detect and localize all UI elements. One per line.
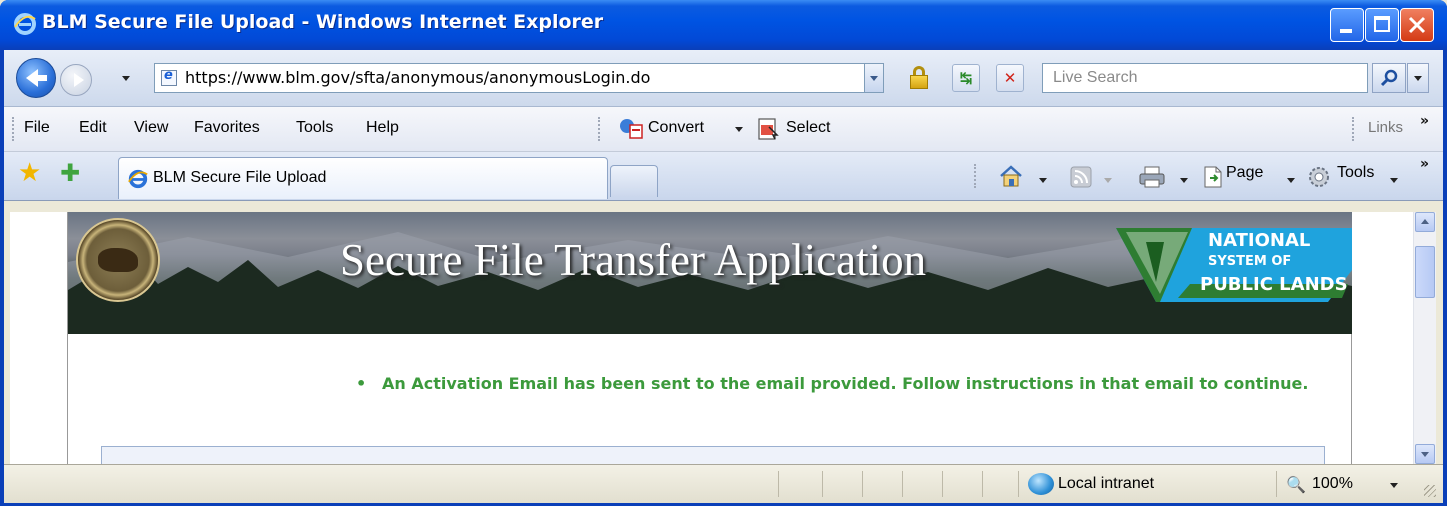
pdf-select-icon [758, 118, 779, 140]
menu-help[interactable]: Help [366, 119, 399, 137]
tab-bar: ★ ✚ BLM Secure File Upload Page Tools » [4, 152, 1443, 201]
forward-arrow-icon [74, 73, 84, 87]
home-icon[interactable] [998, 164, 1024, 188]
menu-favorites[interactable]: Favorites [194, 119, 260, 137]
feeds-dropdown-icon[interactable] [1104, 178, 1112, 183]
url-text[interactable]: https://www.blm.gov/sfta/anonymous/anony… [185, 68, 650, 87]
refresh-icon: ↹ [959, 69, 973, 87]
page-banner: Secure File Transfer Application NATIONA… [68, 212, 1352, 334]
activation-message: An Activation Email has been sent to the… [356, 372, 1342, 396]
scroll-thumb[interactable] [1415, 246, 1435, 298]
ie-page-icon [128, 169, 148, 189]
chevron-down-icon [870, 76, 878, 81]
menu-file[interactable]: File [24, 119, 50, 137]
convert-dropdown-icon[interactable] [735, 127, 743, 132]
back-button[interactable] [16, 58, 56, 98]
tools-menu-button[interactable]: Tools [1337, 164, 1374, 182]
security-zone-label[interactable]: Local intranet [1058, 475, 1154, 493]
search-input[interactable] [1051, 68, 1355, 88]
forward-button[interactable] [60, 64, 92, 96]
search-options-button[interactable] [1407, 63, 1429, 93]
chevron-right-icon[interactable]: » [1420, 113, 1429, 129]
scroll-down-button[interactable] [1415, 444, 1435, 464]
search-button[interactable] [1372, 63, 1406, 93]
content-panel [101, 446, 1325, 464]
print-dropdown-icon[interactable] [1180, 178, 1188, 183]
vertical-scrollbar[interactable] [1413, 212, 1436, 464]
address-dropdown-button[interactable] [864, 63, 884, 93]
stop-icon: ✕ [1003, 69, 1017, 87]
ie-logo-icon [14, 13, 36, 35]
chevron-down-icon [1421, 452, 1429, 457]
page-icon [161, 68, 177, 86]
toolbar-grip[interactable] [12, 117, 16, 141]
browser-frame: https://www.blm.gov/sfta/anonymous/anony… [4, 50, 1443, 503]
status-bar: Local intranet 🔍 100% [4, 464, 1443, 503]
home-dropdown-icon[interactable] [1039, 178, 1047, 183]
toolbar-grip[interactable] [974, 164, 978, 188]
doi-seal-logo [76, 218, 160, 302]
scroll-up-button[interactable] [1415, 212, 1435, 232]
stop-button[interactable]: ✕ [996, 64, 1024, 92]
recent-pages-dropdown-icon[interactable] [122, 76, 130, 81]
add-to-favorites-icon[interactable]: ✚ [60, 160, 80, 186]
magnifier-icon [1380, 69, 1398, 87]
menu-edit[interactable]: Edit [79, 119, 107, 137]
tab-blm-secure-file-upload[interactable]: BLM Secure File Upload [118, 157, 608, 199]
close-icon [1408, 16, 1426, 34]
title-bar[interactable]: BLM Secure File Upload - Windows Interne… [0, 0, 1447, 50]
logo-line-system-of: SYSTEM OF [1208, 254, 1292, 269]
chevron-right-icon[interactable]: » [1420, 156, 1429, 172]
address-toolbar: https://www.blm.gov/sfta/anonymous/anony… [4, 50, 1443, 107]
tab-label: BLM Secure File Upload [153, 169, 327, 186]
chevron-up-icon [1421, 219, 1429, 224]
maximize-button[interactable] [1365, 8, 1399, 42]
refresh-button[interactable]: ↹ [952, 64, 980, 92]
address-bar[interactable]: https://www.blm.gov/sfta/anonymous/anony… [154, 63, 880, 93]
page-dropdown-icon[interactable] [1287, 178, 1295, 183]
zoom-dropdown-icon[interactable] [1390, 483, 1398, 488]
convert-button[interactable]: Convert [648, 119, 704, 137]
page-viewport[interactable]: Secure File Transfer Application NATIONA… [10, 212, 1413, 464]
security-lock-icon[interactable] [908, 66, 930, 89]
intranet-zone-icon[interactable] [1028, 473, 1054, 495]
toolbar-grip[interactable] [598, 117, 602, 141]
minimize-button[interactable] [1330, 8, 1364, 42]
window-title: BLM Secure File Upload - Windows Interne… [42, 11, 604, 33]
print-icon[interactable] [1138, 165, 1166, 189]
page-menu-button[interactable]: Page [1226, 164, 1263, 182]
national-system-public-lands-logo: NATIONAL SYSTEM OF PUBLIC LANDS [1116, 222, 1352, 302]
banner-title: Secure File Transfer Application [340, 235, 927, 285]
menu-bar: File Edit View Favorites Tools Help Conv… [4, 107, 1443, 152]
resize-grip[interactable] [1424, 485, 1436, 497]
zoom-level[interactable]: 100% [1312, 475, 1353, 493]
menu-tools[interactable]: Tools [296, 119, 333, 137]
page-container: Secure File Transfer Application NATIONA… [67, 212, 1352, 464]
toolbar-grip[interactable] [1352, 117, 1356, 141]
links-toolbar-label[interactable]: Links [1368, 119, 1403, 136]
logo-line-national: NATIONAL [1208, 230, 1311, 251]
chevron-down-icon [1414, 76, 1422, 81]
ie-window: BLM Secure File Upload - Windows Interne… [0, 0, 1447, 506]
feeds-icon[interactable] [1070, 166, 1092, 188]
menu-view[interactable]: View [134, 119, 168, 137]
close-button[interactable] [1400, 8, 1434, 42]
zoom-icon: 🔍 [1286, 477, 1306, 494]
gear-icon [1309, 167, 1329, 187]
favorites-center-icon[interactable]: ★ [18, 160, 41, 186]
pdf-convert-icon [620, 119, 643, 139]
page-menu-icon [1204, 166, 1222, 188]
new-tab-button[interactable] [610, 165, 658, 197]
tools-dropdown-icon[interactable] [1390, 178, 1398, 183]
search-box[interactable] [1042, 63, 1368, 93]
select-button[interactable]: Select [786, 119, 830, 137]
logo-line-public-lands: PUBLIC LANDS [1200, 274, 1348, 295]
